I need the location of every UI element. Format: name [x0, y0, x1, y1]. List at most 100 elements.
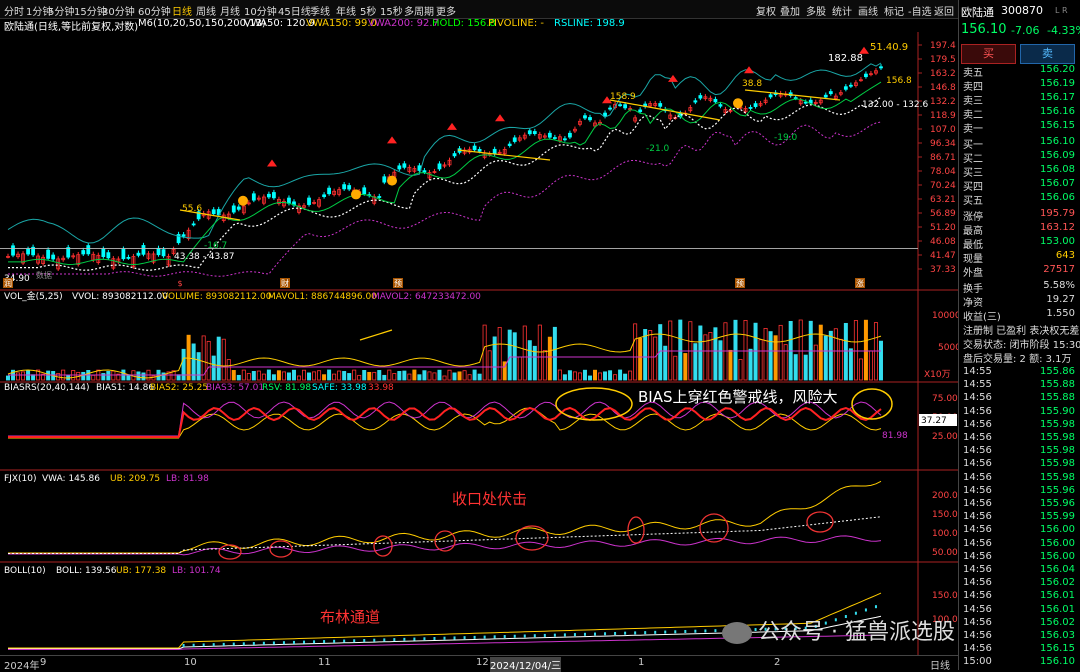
- vol-bar-108: [547, 336, 552, 381]
- boll-candle-47: [242, 642, 245, 646]
- period-tab-7[interactable]: 周线: [196, 3, 216, 18]
- candle-body-126: [638, 109, 643, 113]
- boll-candle-85: [433, 637, 436, 640]
- tick-row-15-label: 14:56: [963, 564, 992, 575]
- boll-candle-111: [563, 633, 566, 637]
- period-tab-10[interactable]: 45日线: [278, 3, 311, 18]
- period-tab-16[interactable]: 更多: [436, 3, 456, 18]
- buy-button[interactable]: 买: [961, 44, 1016, 64]
- main-axis-label-15: 41.47: [930, 251, 956, 261]
- tick-row-21-label: 14:56: [963, 643, 992, 655]
- vol-bar-98: [497, 327, 502, 381]
- boll-candle-115: [583, 632, 586, 636]
- tool-button-0[interactable]: 复权: [756, 3, 776, 18]
- signal-circle-1: [351, 189, 361, 200]
- vol-bar-115: [582, 369, 587, 381]
- boll-candle-173: [874, 605, 877, 609]
- ask-row-4-label: 卖一: [963, 124, 983, 135]
- tick-row-11: 14:56 155.99: [963, 511, 1077, 524]
- period-tab-14[interactable]: 15秒: [380, 3, 403, 18]
- candle-body-16: [86, 245, 91, 255]
- period-tab-6[interactable]: 日线: [172, 3, 192, 18]
- stock-name: 欧陆通: [961, 6, 994, 19]
- candle-body-20: [106, 252, 111, 259]
- candle-body-64: [327, 187, 331, 195]
- boll-candle-93: [473, 635, 476, 639]
- vol-bar-104: [527, 340, 532, 381]
- chart-area[interactable]: 197.4 179.5 163.2 146.8 132.2 118.9 107.0 96.34…: [0, 32, 958, 657]
- vol-axis-1: 5000: [938, 343, 958, 353]
- vol-bar-152: [768, 331, 773, 381]
- stat2-row-2-label: 收益(三): [963, 312, 1001, 323]
- tool-button-2[interactable]: 多股: [806, 3, 826, 18]
- candle-body-123: [623, 104, 628, 109]
- period-tab-15[interactable]: 多周期: [404, 3, 434, 18]
- boll-candle-77: [393, 638, 396, 642]
- tool-button-5[interactable]: 标记: [884, 3, 904, 18]
- stat-row-0: 涨停 195.79: [963, 208, 1077, 223]
- period-tab-0[interactable]: 分时: [4, 3, 24, 18]
- bias-last: 33.98: [368, 383, 394, 393]
- vol-bar-5: [31, 374, 36, 381]
- fjx-lower-line: [8, 535, 882, 556]
- main-axis-label-11: 63.21: [930, 195, 956, 205]
- vol-bar-78: [397, 371, 402, 381]
- bias-title: BIASRS(20,40,144): [4, 383, 90, 393]
- time-label-2: 10: [184, 657, 197, 668]
- vol-bar-67: [342, 371, 347, 381]
- event-marker-5: 涨: [856, 278, 864, 288]
- main-axis-label-7: 96.34: [930, 139, 956, 149]
- period-tab-8[interactable]: 月线: [220, 3, 240, 18]
- vol-bar-47: [241, 369, 246, 381]
- vol-bar-146: [738, 359, 743, 381]
- boll-candle-63: [323, 640, 326, 644]
- period-tab-4[interactable]: 30分钟: [102, 3, 135, 18]
- tool-button-7[interactable]: 返回: [934, 3, 954, 18]
- price-change: -7.06: [1011, 24, 1040, 37]
- boll-candle-75: [383, 638, 386, 642]
- tick-row-16: 14:56 156.02: [963, 577, 1077, 590]
- tool-button-6[interactable]: -自选: [908, 3, 932, 18]
- candle-body-168: [848, 84, 853, 87]
- bid-row-2: 买三 156.08: [963, 164, 1077, 179]
- tool-button-1[interactable]: 叠加: [780, 3, 800, 18]
- period-tab-2[interactable]: 5分钟: [48, 3, 74, 18]
- vol-bar-58: [296, 375, 301, 381]
- tick-row-17-value: 156.01: [1040, 590, 1075, 602]
- vol-bar-164: [828, 330, 833, 381]
- vol-bar-21: [111, 370, 116, 381]
- candle-body-142: [718, 104, 723, 107]
- boll-candle-113: [573, 633, 576, 637]
- vol-bar-96: [487, 350, 492, 381]
- fjx-ub: UB: 209.75: [110, 474, 160, 484]
- vol-bar-8: [46, 370, 51, 381]
- info-regs: 注册制 已盈利 表决权无差: [963, 326, 1080, 337]
- candle-body-74: [377, 196, 382, 198]
- vol-bar-124: [628, 370, 633, 381]
- bid-row-1-value: 156.09: [1040, 150, 1075, 161]
- period-tab-11[interactable]: 季线: [310, 3, 330, 18]
- tool-button-3[interactable]: 统计: [832, 3, 852, 18]
- fjx-upper-line: [8, 480, 882, 554]
- period-tab-12[interactable]: 年线: [336, 3, 356, 18]
- label-a9: 数据: [36, 270, 52, 280]
- candle-body-97: [492, 148, 497, 155]
- ask-row-3: 卖二 156.16: [963, 106, 1077, 121]
- period-tab-9[interactable]: 10分钟: [244, 3, 277, 18]
- event-marker-0: 润: [4, 278, 12, 288]
- tool-button-4[interactable]: 画线: [858, 3, 878, 18]
- bid-row-1-label: 买二: [963, 154, 983, 165]
- signal-circle-0: [238, 195, 248, 206]
- sell-button[interactable]: 卖: [1020, 44, 1075, 64]
- candle-body-31: [161, 249, 166, 257]
- candle-body-75: [382, 176, 387, 183]
- stat-row-1-value: 163.12: [1040, 222, 1075, 233]
- boll-candle-89: [453, 636, 456, 640]
- vol-bar-158: [798, 319, 803, 381]
- period-tab-13[interactable]: 5秒: [360, 3, 376, 18]
- ask-row-2-value: 156.17: [1040, 92, 1075, 103]
- time-label-4: 12: [476, 657, 489, 668]
- tick-row-13-value: 156.00: [1040, 537, 1075, 549]
- period-tab-5[interactable]: 60分钟: [138, 3, 171, 18]
- price-change-pct: -4.33%: [1047, 24, 1080, 37]
